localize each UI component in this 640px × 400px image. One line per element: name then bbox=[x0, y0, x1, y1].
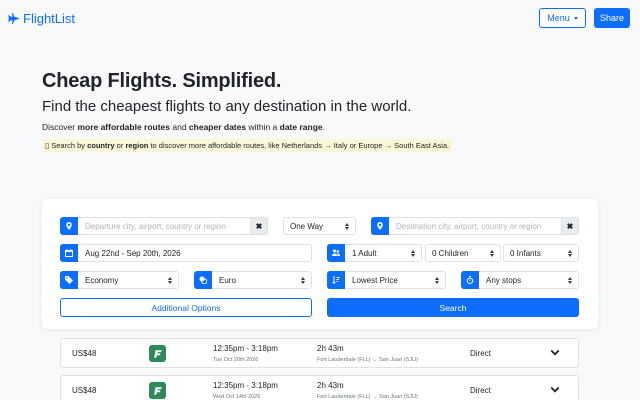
departure-input[interactable]: Departure city, airport, country or regi… bbox=[60, 216, 268, 235]
page-subtitle: Find the cheapest flights to any destina… bbox=[42, 98, 412, 115]
brand-name: FlightList bbox=[23, 11, 76, 26]
sort-value: Lowest Price bbox=[352, 275, 398, 285]
adults-value: 1 Adult bbox=[352, 248, 377, 258]
menu-button[interactable]: Menu bbox=[539, 8, 586, 28]
trip-type-value: One Way bbox=[290, 221, 324, 231]
chevron-down-icon[interactable] bbox=[550, 386, 560, 394]
menu-label: Menu bbox=[547, 13, 570, 23]
stops-value: Any stops bbox=[486, 275, 522, 285]
flight-times: 12:35pm - 3:18pm bbox=[213, 381, 278, 390]
children-value: 0 Children bbox=[432, 248, 469, 258]
airline-logo bbox=[149, 345, 166, 362]
currency-select[interactable]: Euro bbox=[194, 270, 312, 289]
flight-route: Fort Lauderdale (FLL) → San Juan (SJU) bbox=[317, 357, 418, 363]
flight-duration: 2h 43m bbox=[317, 344, 344, 353]
trip-type-select[interactable]: One Way bbox=[283, 217, 356, 235]
select-arrows-icon bbox=[568, 277, 573, 284]
caret-down-icon bbox=[573, 16, 578, 20]
flight-duration: 2h 43m bbox=[317, 381, 344, 390]
calendar-icon bbox=[60, 243, 78, 262]
sort-select[interactable]: Lowest Price bbox=[327, 270, 446, 289]
flight-route: Fort Lauderdale (FLL) → San Juan (SJU) bbox=[317, 394, 418, 400]
departure-placeholder: Departure city, airport, country or regi… bbox=[85, 221, 226, 231]
tag-icon bbox=[60, 270, 78, 289]
select-arrows-icon bbox=[490, 250, 495, 257]
currency-value: Euro bbox=[219, 275, 236, 285]
map-pin-icon bbox=[371, 216, 389, 235]
destination-input[interactable]: Destination city, airport, country or re… bbox=[371, 216, 579, 235]
flight-stops: Direct bbox=[470, 349, 491, 358]
date-range-value: Aug 22nd - Sep 20th, 2026 bbox=[85, 248, 181, 258]
clear-departure-button[interactable]: ✖ bbox=[250, 217, 268, 235]
page-description: Discover more affordable routes and chea… bbox=[42, 122, 326, 132]
date-range-input[interactable]: Aug 22nd - Sep 20th, 2026 bbox=[60, 243, 312, 262]
flight-price: US$48 bbox=[72, 386, 97, 395]
flight-stops: Direct bbox=[470, 386, 491, 395]
map-pin-icon bbox=[60, 216, 78, 235]
flight-result-row[interactable]: US$48 12:35pm - 3:18pm Tue Oct 20th 2026… bbox=[60, 338, 579, 368]
stopwatch-icon bbox=[461, 270, 479, 289]
flight-price: US$48 bbox=[72, 349, 97, 358]
infants-select[interactable]: 0 Infants bbox=[503, 244, 579, 262]
adults-select[interactable]: 1 Adult bbox=[327, 243, 422, 262]
share-button[interactable]: Share bbox=[594, 8, 630, 28]
stops-select[interactable]: Any stops bbox=[461, 270, 579, 289]
destination-placeholder: Destination city, airport, country or re… bbox=[396, 221, 542, 231]
select-arrows-icon bbox=[411, 250, 416, 257]
select-arrows-icon bbox=[301, 277, 306, 284]
sort-icon bbox=[327, 270, 345, 289]
clear-destination-button[interactable]: ✖ bbox=[561, 217, 579, 235]
top-navbar: FlightList Menu Share bbox=[0, 0, 640, 36]
select-arrows-icon bbox=[168, 277, 173, 284]
select-arrows-icon bbox=[568, 250, 573, 257]
search-tip: ▯ Search by country or region to discove… bbox=[42, 139, 453, 152]
flight-date: Tue Oct 20th 2026 bbox=[213, 357, 259, 363]
search-button[interactable]: Search bbox=[327, 298, 579, 317]
select-arrows-icon bbox=[435, 277, 440, 284]
chevron-down-icon[interactable] bbox=[550, 349, 560, 357]
children-select[interactable]: 0 Children bbox=[425, 244, 501, 262]
cabin-class-select[interactable]: Economy bbox=[60, 270, 179, 289]
select-arrows-icon bbox=[345, 223, 350, 230]
airline-logo bbox=[149, 382, 166, 399]
brand-link[interactable]: FlightList bbox=[8, 11, 75, 26]
cabin-class-value: Economy bbox=[85, 275, 119, 285]
page-title: Cheap Flights. Simplified. bbox=[42, 70, 282, 92]
additional-options-button[interactable]: Additional Options bbox=[60, 298, 312, 317]
flight-date: Wed Oct 14th 2026 bbox=[213, 394, 261, 400]
users-icon bbox=[327, 243, 345, 262]
flight-result-row[interactable]: US$48 12:35pm - 3:18pm Wed Oct 14th 2026… bbox=[60, 375, 579, 400]
airplane-icon bbox=[8, 13, 19, 24]
coins-icon bbox=[194, 270, 212, 289]
infants-value: 0 Infants bbox=[510, 248, 541, 258]
flight-times: 12:35pm - 3:18pm bbox=[213, 344, 278, 353]
